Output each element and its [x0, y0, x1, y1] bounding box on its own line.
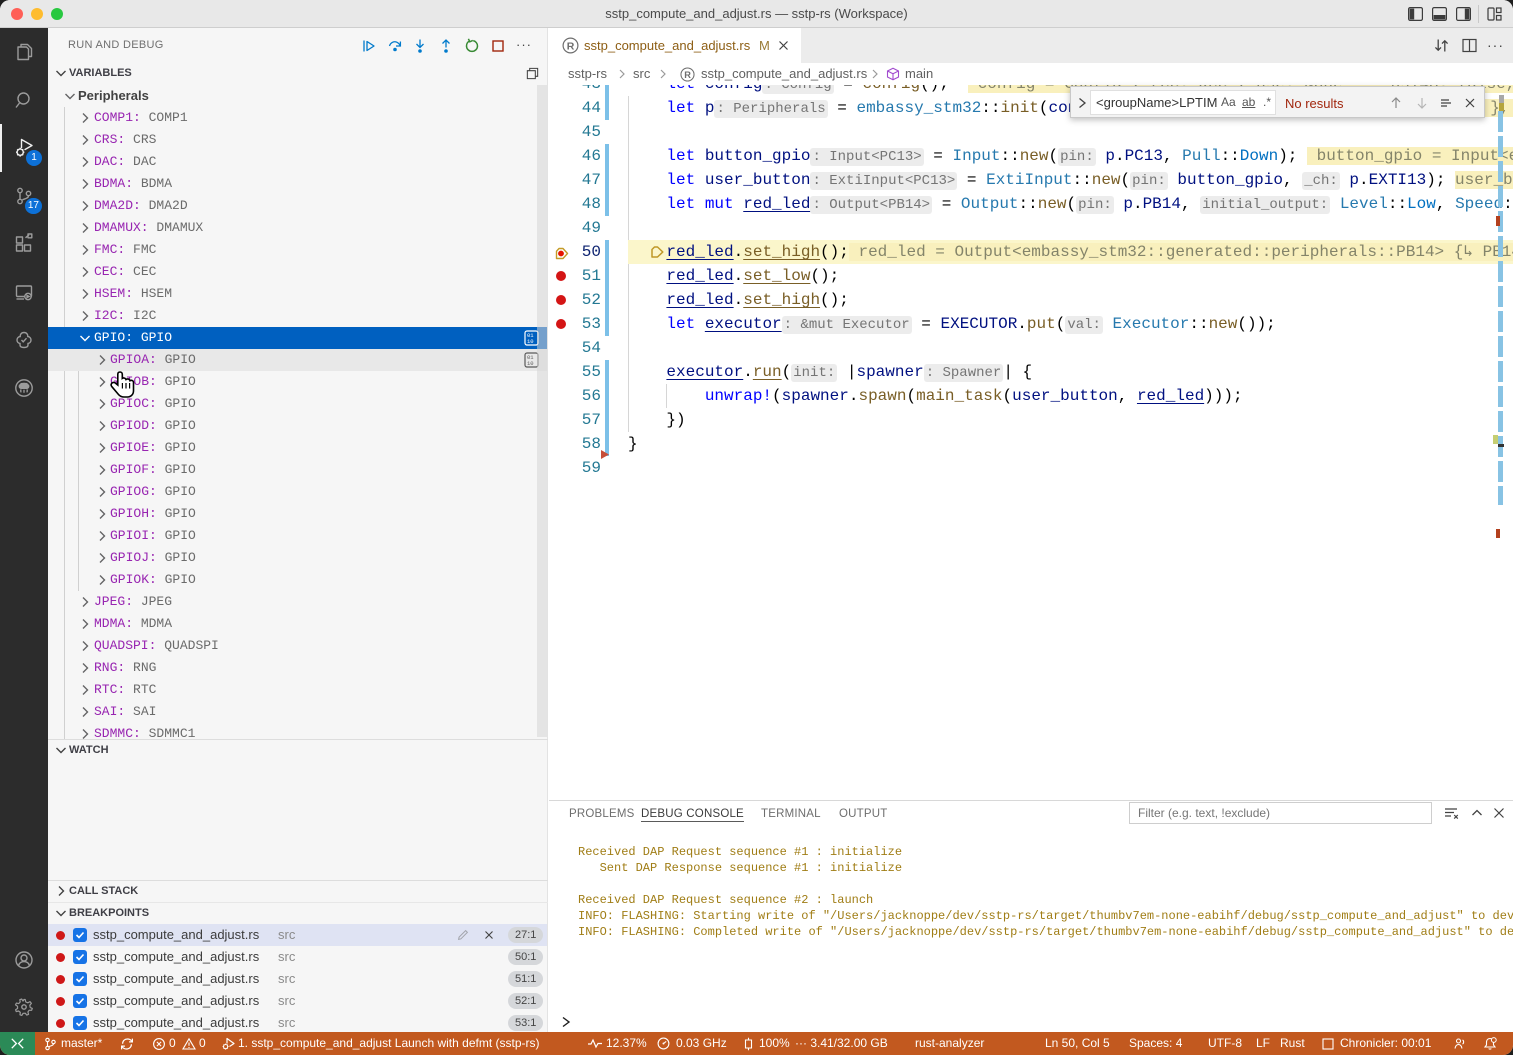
svg-text:10: 10 [527, 360, 534, 367]
svg-text:R: R [684, 69, 691, 79]
svg-text:R: R [567, 40, 575, 52]
svg-text:10: 10 [527, 338, 534, 345]
